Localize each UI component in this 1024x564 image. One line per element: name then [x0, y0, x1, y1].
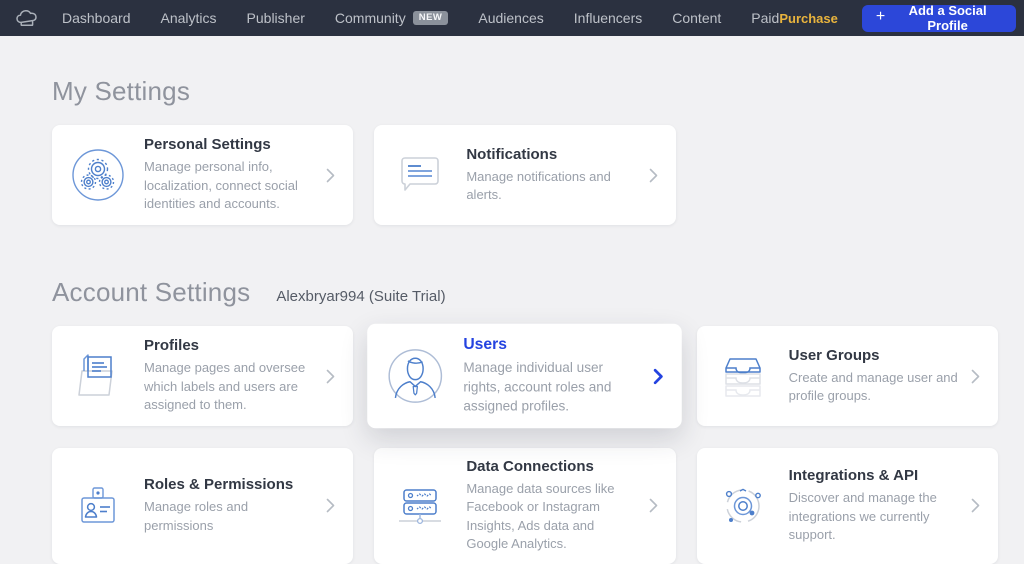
card-integrations-api[interactable]: Integrations & API Discover and manage t…	[696, 448, 998, 564]
card-personal-settings[interactable]: Personal Settings Manage personal info, …	[52, 125, 354, 225]
account-settings-cards: Profiles Manage pages and oversee which …	[52, 323, 998, 564]
settings-page: My Settings Personal Settings Manage per…	[0, 76, 1024, 564]
card-data-connections[interactable]: Data Connections Manage data sources lik…	[374, 448, 676, 564]
card-title: Roles & Permissions	[144, 476, 294, 494]
card-title: Personal Settings	[144, 136, 271, 154]
card-title: Data Connections	[466, 458, 594, 475]
account-settings-heading: Account Settings	[52, 277, 251, 307]
main-navigation: Dashboard Analytics Publisher Community …	[62, 10, 779, 26]
card-roles-permissions[interactable]: Roles & Permissions Manage roles and per…	[52, 448, 354, 564]
card-user-groups[interactable]: User Groups Create and manage user and p…	[696, 326, 998, 426]
account-name-label: Alexbryar994 (Suite Trial)	[276, 288, 446, 305]
chef-hat-logo-icon[interactable]	[14, 6, 40, 30]
card-title: Users	[463, 335, 508, 354]
nav-item-audiences[interactable]: Audiences	[478, 10, 543, 26]
data-connections-icon	[374, 480, 466, 532]
card-description: Manage roles and permissions	[144, 499, 249, 533]
plus-icon: +	[875, 8, 886, 25]
card-description: Manage personal info, localization, conn…	[144, 159, 298, 212]
card-title: Profiles	[144, 337, 200, 355]
card-description: Manage pages and oversee which labels an…	[144, 360, 306, 413]
top-navbar: Dashboard Analytics Publisher Community …	[0, 0, 1024, 36]
card-title: User Groups	[788, 346, 880, 364]
nav-item-paid[interactable]: Paid	[751, 10, 779, 26]
card-title: Notifications	[466, 145, 558, 163]
chevron-right-icon	[644, 368, 664, 384]
add-social-profile-button[interactable]: + Add a Social Profile	[861, 3, 1016, 33]
my-settings-cards: Personal Settings Manage personal info, …	[52, 125, 998, 225]
notifications-icon	[374, 151, 466, 199]
nav-item-influencers[interactable]: Influencers	[574, 10, 642, 26]
profiles-icon	[52, 351, 144, 401]
nav-item-dashboard[interactable]: Dashboard	[62, 10, 131, 26]
chevron-right-icon	[639, 168, 658, 183]
my-settings-heading: My Settings	[52, 76, 191, 106]
account-settings-heading-row: Account Settings Alexbryar994 (Suite Tri…	[52, 277, 998, 308]
purchase-link[interactable]: Purchase	[779, 11, 838, 26]
user-groups-icon	[697, 350, 789, 402]
nav-item-publisher[interactable]: Publisher	[247, 10, 305, 26]
navbar-right: Purchase + Add a Social Profile	[779, 3, 1016, 33]
card-profiles[interactable]: Profiles Manage pages and oversee which …	[52, 326, 354, 426]
chevron-right-icon	[316, 168, 335, 183]
new-badge: NEW	[412, 10, 449, 26]
card-title: Integrations & API	[788, 467, 919, 485]
chevron-right-icon	[316, 498, 335, 513]
chevron-right-icon	[316, 369, 335, 384]
chevron-right-icon	[961, 498, 980, 513]
nav-item-community[interactable]: Community NEW	[335, 10, 449, 26]
card-description: Manage individual user rights, account r…	[463, 359, 612, 414]
personal-settings-icon	[52, 147, 144, 203]
card-notifications[interactable]: Notifications Manage notifications and a…	[374, 125, 676, 225]
users-icon	[368, 347, 464, 406]
nav-item-analytics[interactable]: Analytics	[161, 10, 217, 26]
card-description: Manage data sources like Facebook or Ins…	[466, 481, 615, 552]
card-description: Create and manage user and profile group…	[788, 369, 958, 403]
chevron-right-icon	[639, 498, 658, 513]
roles-permissions-icon	[52, 480, 144, 532]
chevron-right-icon	[961, 369, 980, 384]
card-description: Discover and manage the integrations we …	[788, 490, 937, 543]
card-description: Manage notifications and alerts.	[466, 168, 611, 202]
nav-item-content[interactable]: Content	[672, 10, 721, 26]
card-users[interactable]: Users Manage individual user rights, acc…	[367, 323, 683, 429]
integrations-api-icon	[697, 479, 789, 533]
